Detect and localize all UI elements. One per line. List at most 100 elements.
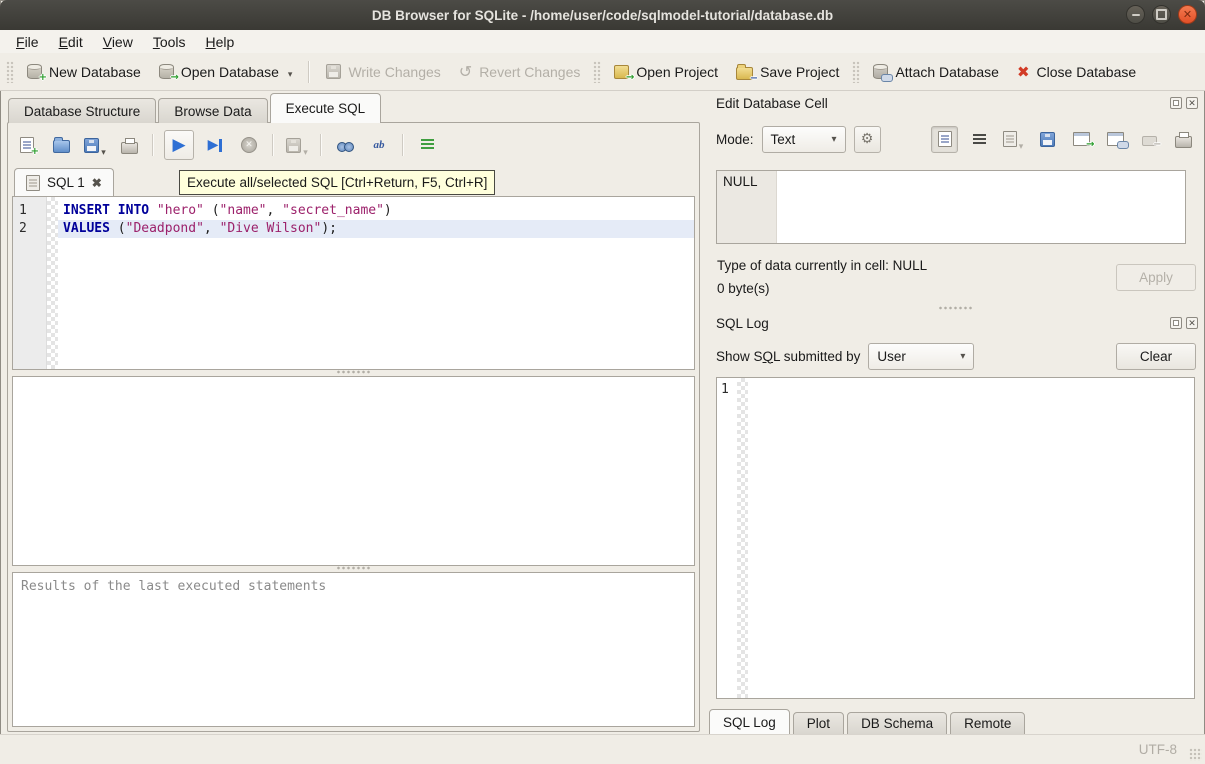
main-toolbar: + New Database → Open Database ▾ Write C…	[0, 53, 1205, 91]
results-messages-splitter[interactable]	[8, 564, 699, 572]
import-data-icon	[1003, 131, 1017, 147]
sql-editor-toolbar: + ▾ ▶ ▶ ✕ ▾ ab	[14, 126, 695, 164]
copy-link-button[interactable]	[1102, 126, 1128, 152]
attach-database-icon	[873, 64, 888, 79]
right-dock-area: Edit Database Cell ✕ Mode: Text ▾ ⚙ ▾	[708, 92, 1200, 735]
open-project-button[interactable]: → Open Project	[605, 59, 727, 85]
find-replace-button[interactable]: ab	[366, 132, 392, 158]
open-database-dropdown-icon[interactable]: ▾	[288, 69, 293, 80]
log-filter-row: Show SQL submitted by User ▾ Clear	[716, 342, 1196, 370]
window-title: DB Browser for SQLite - /home/user/code/…	[372, 8, 833, 23]
text-mode-button[interactable]	[931, 126, 958, 153]
cell-editor[interactable]: NULL	[716, 170, 1186, 244]
chevron-down-icon: ▾	[820, 134, 837, 145]
toolbar-drag-handle[interactable]	[6, 61, 14, 83]
save-data-icon	[1040, 132, 1055, 147]
edit-cell-dock-header: Edit Database Cell ✕	[716, 94, 1198, 112]
save-project-button[interactable]: − Save Project	[727, 59, 848, 85]
float-icon[interactable]	[1170, 317, 1182, 329]
menu-file[interactable]: File	[6, 32, 49, 52]
revert-changes-icon: ↺	[459, 64, 472, 80]
print-cell-icon	[1175, 136, 1192, 148]
write-changes-icon	[326, 64, 341, 79]
print-cell-button[interactable]	[1170, 126, 1196, 152]
code-area[interactable]: INSERT INTO "hero" ("name", "secret_name…	[58, 197, 694, 369]
sql-editor[interactable]: 1 2 INSERT INTO "hero" ("name", "secret_…	[12, 196, 695, 370]
dock-close-icon[interactable]: ✕	[1186, 97, 1198, 109]
editor-results-splitter[interactable]	[8, 368, 699, 376]
sql-1-tab[interactable]: SQL 1 ✖	[14, 168, 114, 196]
write-changes-button[interactable]: Write Changes	[317, 59, 449, 85]
mode-label: Mode:	[716, 132, 754, 147]
close-sql-tab-icon[interactable]: ✖	[92, 176, 102, 190]
find-icon	[337, 142, 354, 152]
tab-sql-log[interactable]: SQL Log	[709, 709, 790, 735]
menu-view[interactable]: View	[93, 32, 143, 52]
status-bar: UTF-8	[0, 734, 1205, 764]
clear-button[interactable]: Clear	[1116, 343, 1196, 370]
chevron-down-icon: ▾	[948, 351, 965, 362]
attach-database-button[interactable]: Attach Database	[864, 59, 1008, 85]
bottom-tab-bar: SQL Log Plot DB Schema Remote	[709, 708, 1025, 735]
tab-db-schema[interactable]: DB Schema	[847, 712, 947, 735]
menu-help[interactable]: Help	[196, 32, 245, 52]
menu-tools[interactable]: Tools	[143, 32, 196, 52]
code-line-1: INSERT INTO "hero" ("name", "secret_name…	[58, 202, 694, 220]
find-button[interactable]	[332, 132, 358, 158]
close-database-button[interactable]: ✖ Close Database	[1008, 58, 1145, 86]
submitted-by-select[interactable]: User ▾	[868, 343, 974, 370]
execute-all-button[interactable]: ▶	[164, 130, 194, 160]
set-null-icon: −	[1142, 136, 1157, 146]
open-database-button[interactable]: → Open Database ▾	[150, 59, 302, 85]
revert-changes-button[interactable]: ↺ Revert Changes	[450, 59, 590, 85]
float-icon[interactable]	[1170, 97, 1182, 109]
tab-plot[interactable]: Plot	[793, 712, 844, 735]
sql-log-view[interactable]: 1	[716, 377, 1195, 699]
dock-close-icon[interactable]: ✕	[1186, 317, 1198, 329]
minimize-button[interactable]	[1126, 5, 1145, 24]
cell-type-info: Type of data currently in cell: NULL	[717, 258, 927, 273]
encoding-indicator: UTF-8	[1139, 742, 1177, 757]
print-sql-button[interactable]	[116, 132, 142, 158]
save-sql-file-button[interactable]: ▾	[82, 132, 108, 158]
toolbar-drag-handle[interactable]	[852, 61, 860, 83]
tab-remote[interactable]: Remote	[950, 712, 1025, 735]
mode-row: Mode: Text ▾ ⚙ ▾ → −	[716, 125, 1196, 153]
close-button[interactable]: ✕	[1178, 5, 1197, 24]
toolbar-separator	[308, 61, 310, 83]
new-sql-tab-icon: +	[20, 137, 34, 153]
title-bar[interactable]: DB Browser for SQLite - /home/user/code/…	[0, 0, 1205, 31]
import-data-button[interactable]: ▾	[1000, 126, 1026, 152]
word-wrap-icon	[973, 134, 986, 145]
menu-edit[interactable]: Edit	[49, 32, 93, 52]
save-data-button[interactable]	[1034, 126, 1060, 152]
tab-browse-data[interactable]: Browse Data	[158, 98, 267, 123]
results-table-pane[interactable]	[12, 376, 695, 566]
dock-splitter[interactable]	[716, 304, 1195, 312]
set-null-button[interactable]: −	[1136, 126, 1162, 152]
apply-changes-button[interactable]: ⚙	[854, 126, 881, 153]
apply-button[interactable]: Apply	[1116, 264, 1196, 291]
format-sql-button[interactable]	[414, 132, 440, 158]
sql-file-icon	[26, 175, 40, 191]
stop-execution-icon: ✕	[241, 137, 257, 153]
cell-text-area[interactable]	[777, 171, 1185, 243]
new-database-button[interactable]: + New Database	[18, 59, 150, 85]
toolbar-drag-handle[interactable]	[593, 61, 601, 83]
resize-grip[interactable]	[1189, 748, 1202, 761]
open-external-button[interactable]: →	[1068, 126, 1094, 152]
tab-execute-sql[interactable]: Execute SQL	[270, 93, 382, 123]
tab-database-structure[interactable]: Database Structure	[8, 98, 156, 123]
mode-select[interactable]: Text ▾	[762, 126, 846, 153]
open-sql-file-button[interactable]	[48, 132, 74, 158]
fold-margin	[47, 197, 58, 369]
execute-current-line-button[interactable]: ▶	[202, 132, 228, 158]
new-sql-tab-button[interactable]: +	[14, 132, 40, 158]
stop-execution-button[interactable]: ✕	[236, 132, 262, 158]
cell-value-gutter: NULL	[717, 171, 777, 243]
save-results-button[interactable]: ▾	[284, 132, 310, 158]
maximize-button[interactable]	[1152, 5, 1171, 24]
database-new-icon: +	[27, 64, 42, 79]
messages-pane[interactable]: Results of the last executed statements	[12, 572, 695, 727]
word-wrap-button[interactable]	[966, 126, 992, 152]
